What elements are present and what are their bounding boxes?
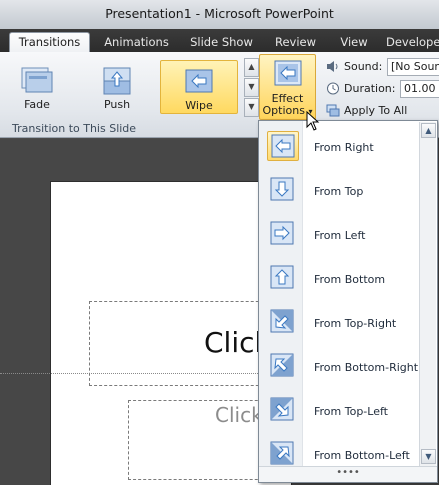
wipe-thumbnail-icon bbox=[182, 67, 216, 100]
menu-item-from-left[interactable]: From Left bbox=[261, 213, 419, 255]
menu-item-label: From Bottom-Right bbox=[314, 361, 419, 374]
duration-label: Duration: bbox=[344, 82, 396, 95]
menu-item-label: From Top-Left bbox=[314, 405, 388, 418]
menu-resize-grip[interactable]: •••• bbox=[259, 466, 437, 482]
gallery-item-label: Push bbox=[103, 98, 131, 111]
effect-options-icon bbox=[272, 59, 304, 92]
menu-item-label: From Bottom-Left bbox=[314, 449, 410, 462]
effect-options-menu: From Right From Top From Left From Botto… bbox=[258, 120, 438, 483]
gallery-item-wipe[interactable]: Wipe bbox=[160, 60, 238, 114]
title-placeholder[interactable]: Click bbox=[89, 301, 279, 386]
duration-input[interactable]: 01.00 bbox=[400, 80, 439, 98]
group-label-transition: Transition to This Slide bbox=[12, 122, 137, 135]
window-title: Presentation1 - Microsoft PowerPoint bbox=[105, 6, 334, 21]
tab-developer[interactable]: Develope bbox=[386, 33, 439, 52]
menu-item-label: From Left bbox=[314, 229, 366, 242]
gallery-more-button[interactable]: ▼ bbox=[244, 98, 259, 117]
menu-item-from-bottom[interactable]: From Bottom bbox=[261, 257, 419, 299]
tab-review[interactable]: Review bbox=[268, 33, 323, 52]
menu-item-label: From Top-Right bbox=[314, 317, 397, 330]
title-bar: Presentation1 - Microsoft PowerPoint bbox=[0, 0, 439, 29]
apply-to-all-icon bbox=[326, 104, 340, 117]
ribbon-tabs: Transitions Animations Slide Show Review… bbox=[0, 29, 439, 53]
gallery-scroll: ▲ ▼ ▼ bbox=[244, 58, 259, 118]
arrow-up-left-icon bbox=[267, 351, 299, 381]
clock-icon bbox=[326, 82, 340, 95]
arrow-left-icon bbox=[267, 131, 299, 161]
push-thumbnail-icon bbox=[100, 66, 134, 99]
sound-dropdown[interactable]: [No Sound] bbox=[387, 58, 439, 76]
apply-to-all-label: Apply To All bbox=[344, 104, 408, 117]
gallery-scroll-up-button[interactable]: ▲ bbox=[244, 58, 259, 77]
arrow-down-icon bbox=[267, 175, 299, 205]
scroll-up-button[interactable]: ▲ bbox=[421, 123, 436, 138]
subtitle-placeholder[interactable]: Click bbox=[128, 400, 278, 480]
tab-slide-show[interactable]: Slide Show bbox=[184, 33, 259, 52]
arrow-down-left-icon bbox=[267, 307, 299, 337]
sound-icon bbox=[326, 60, 340, 73]
menu-item-from-right[interactable]: From Right bbox=[261, 125, 419, 167]
menu-item-label: From Right bbox=[314, 141, 374, 154]
transition-gallery: Fade Push Wipe ▲ ▼ ▼ bbox=[4, 56, 259, 118]
menu-item-from-top-left[interactable]: From Top-Left bbox=[261, 389, 419, 431]
menu-item-from-top[interactable]: From Top bbox=[261, 169, 419, 211]
scroll-down-button[interactable]: ▼ bbox=[421, 449, 436, 464]
menu-item-from-top-right[interactable]: From Top-Right bbox=[261, 301, 419, 343]
gallery-item-push[interactable]: Push bbox=[84, 60, 150, 114]
gallery-item-label: Fade bbox=[24, 98, 50, 111]
tab-animations[interactable]: Animations bbox=[99, 33, 174, 52]
menu-item-label: From Bottom bbox=[314, 273, 386, 286]
arrow-down-right-icon bbox=[267, 395, 299, 425]
gallery-item-fade[interactable]: Fade bbox=[4, 60, 70, 114]
fade-thumbnail-icon bbox=[20, 66, 54, 99]
menu-item-label: From Top bbox=[314, 185, 364, 198]
mouse-cursor-icon bbox=[306, 110, 320, 134]
arrow-up-icon bbox=[267, 263, 299, 293]
arrow-right-icon bbox=[267, 219, 299, 249]
arrow-up-right-icon bbox=[267, 439, 299, 469]
sound-label: Sound: bbox=[344, 60, 383, 73]
menu-item-from-bottom-right[interactable]: From Bottom-Right bbox=[261, 345, 419, 387]
tab-view[interactable]: View bbox=[331, 33, 377, 52]
gallery-item-label: Wipe bbox=[185, 99, 213, 112]
menu-scrollbar[interactable]: ▲ ▼ bbox=[419, 122, 436, 466]
tab-transitions[interactable]: Transitions bbox=[9, 32, 90, 53]
gallery-scroll-down-button[interactable]: ▼ bbox=[244, 78, 259, 97]
